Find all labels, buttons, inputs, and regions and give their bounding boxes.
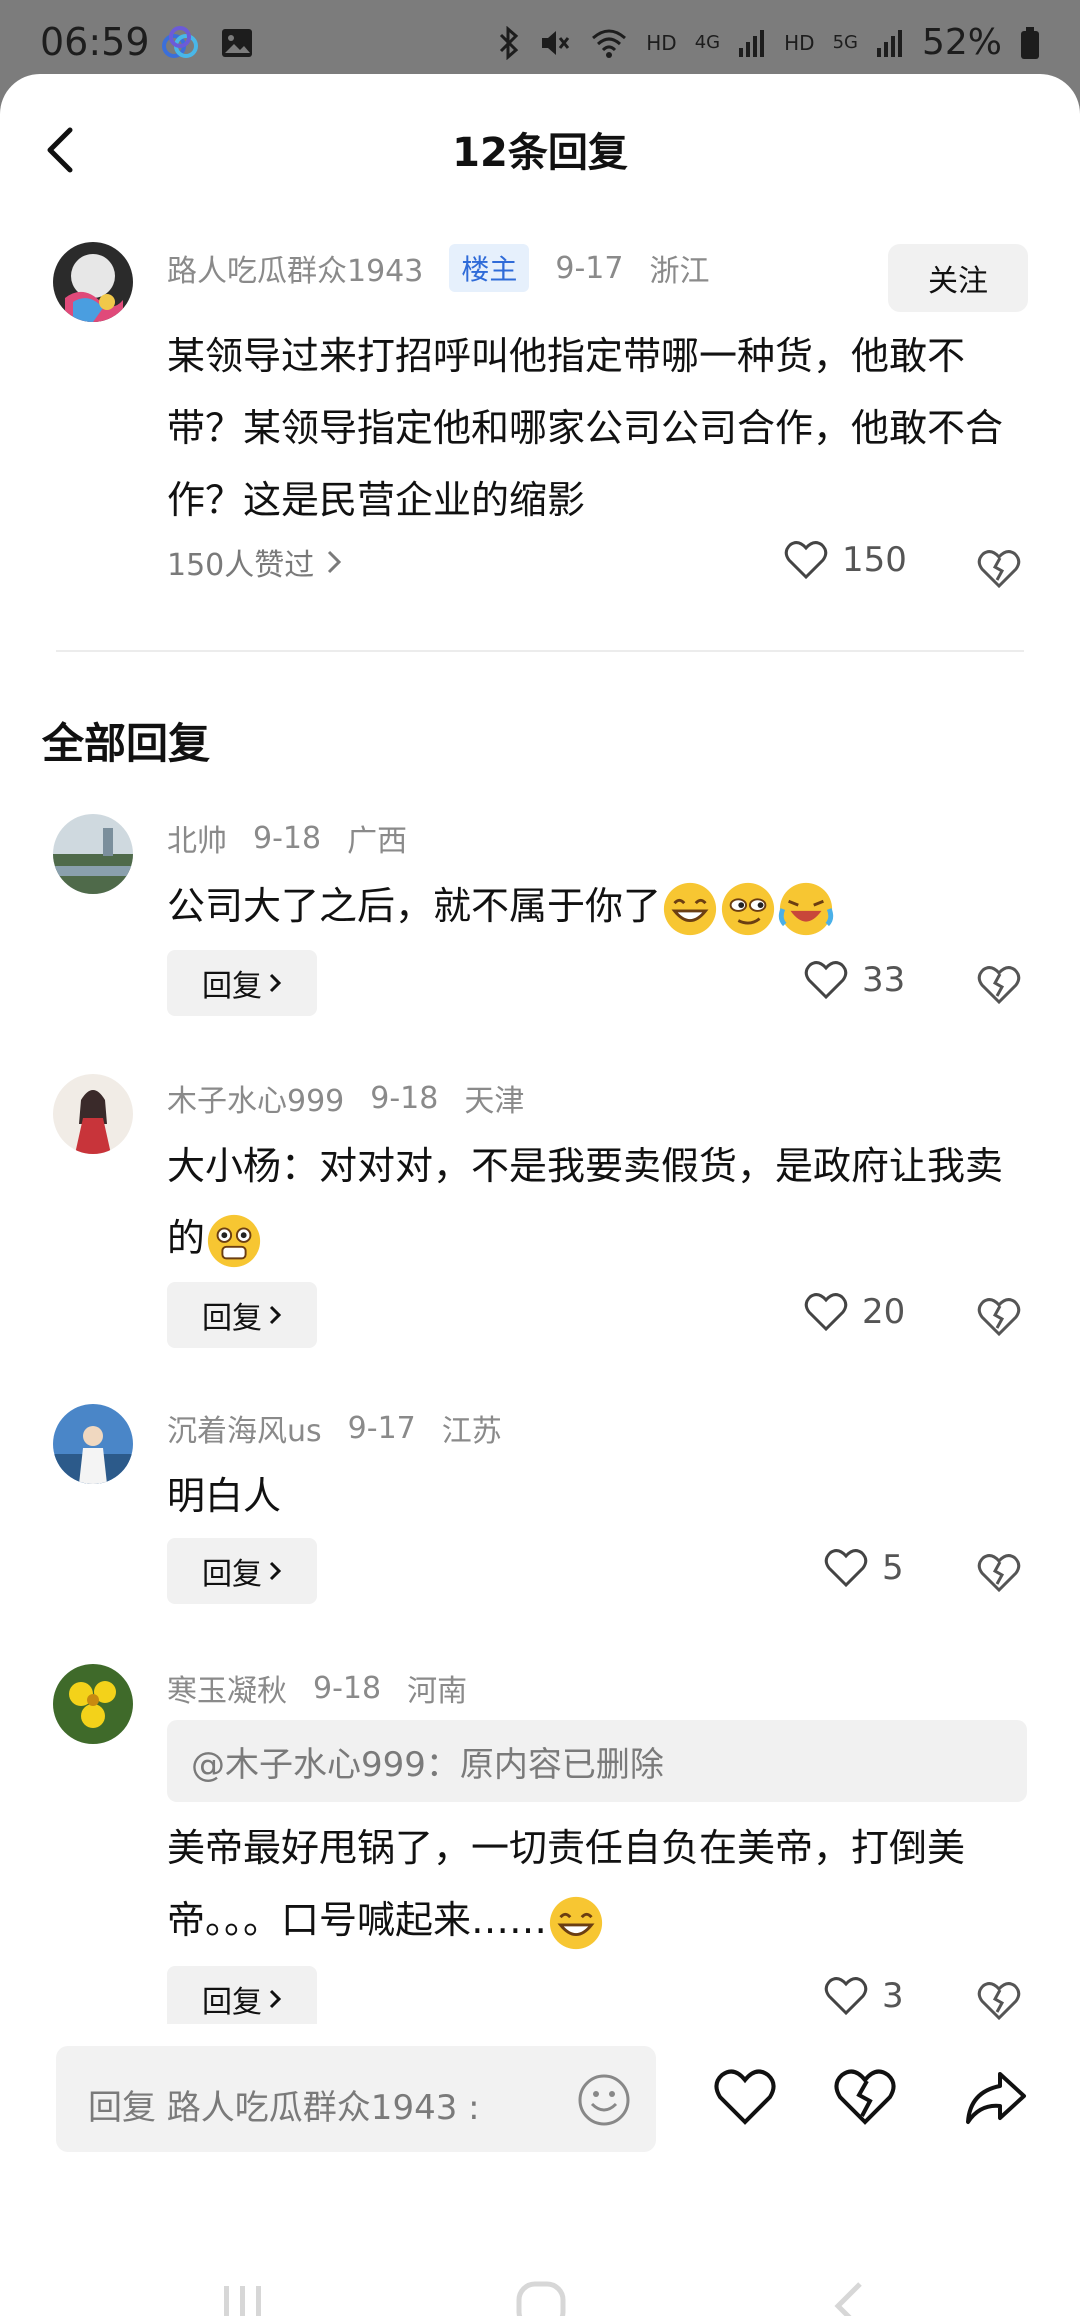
reply-date: 9-18 xyxy=(253,820,322,856)
network-label-1: 4G xyxy=(694,32,721,53)
reply-input-placeholder: 回复 路人吃瓜群众1943 : xyxy=(88,2088,480,2128)
page-title: 12条回复 xyxy=(452,130,628,176)
comment-date: 9-17 xyxy=(555,250,624,286)
follow-button[interactable]: 关注 xyxy=(888,244,1028,312)
like-heart-icon[interactable] xyxy=(712,2064,778,2130)
reply-text-content: 公司大了之后，就不属于你了 xyxy=(167,884,662,928)
comment-text: 某领导过来打招呼叫他指定带哪一种货，他敢不带？某领导指定他和哪家公司公司合作，他… xyxy=(167,334,1004,522)
reply-button-label: 回复 xyxy=(202,1301,262,1336)
username[interactable]: 北帅 xyxy=(167,816,227,860)
replies-sheet: 12条回复 路人吃瓜群众1943 楼主 9-17 浙江 关注 某领导过来打招呼叫… xyxy=(0,74,1080,2316)
home-icon[interactable] xyxy=(515,2280,567,2316)
gallery-icon xyxy=(222,29,252,57)
op-badge: 楼主 xyxy=(449,244,530,292)
grin-emoji-icon xyxy=(663,882,717,935)
reply-button[interactable]: 回复 xyxy=(167,1538,317,1604)
reply-button[interactable]: 回复 xyxy=(167,950,317,1016)
avatar[interactable] xyxy=(53,814,133,894)
mute-icon xyxy=(542,30,570,55)
signal-icon-2 xyxy=(876,29,902,57)
chevron-right-icon xyxy=(269,1305,282,1325)
cloud-app-icon xyxy=(162,26,198,58)
status-app-icons xyxy=(160,26,254,60)
chevron-right-icon xyxy=(269,973,282,993)
section-title: 全部回复 xyxy=(42,719,211,768)
laughing-emoji-icon xyxy=(778,882,834,935)
likes-summary[interactable]: 150人赞过 xyxy=(167,540,342,584)
status-bar: 06:59 HD 4G HD 5G 52% xyxy=(0,0,1080,80)
reply-button[interactable]: 回复 xyxy=(167,1966,317,2032)
back-nav-icon[interactable] xyxy=(830,2280,870,2316)
reply-input[interactable]: 回复 路人吃瓜群众1943 : xyxy=(56,2046,656,2152)
hd-label-2: HD xyxy=(784,30,815,55)
reply-button-label: 回复 xyxy=(202,969,262,1004)
hd-label-1: HD xyxy=(646,30,677,55)
username[interactable]: 路人吃瓜群众1943 xyxy=(167,246,423,290)
reply-text: 公司大了之后，就不属于你了 xyxy=(167,870,1027,942)
reply-meta: 北帅 9-18 广西 xyxy=(167,816,433,860)
chevron-right-icon xyxy=(269,1989,282,2009)
likes-summary-label: 150人赞过 xyxy=(167,548,315,583)
dislike-heart-icon[interactable] xyxy=(832,2064,898,2130)
bluetooth-icon xyxy=(500,25,519,60)
smirk-emoji-icon xyxy=(721,882,775,935)
avatar[interactable] xyxy=(53,242,133,322)
comment-meta: 路人吃瓜群众1943 楼主 9-17 浙江 xyxy=(167,244,735,292)
battery-percent: 52% xyxy=(921,22,1002,63)
wifi-icon xyxy=(592,29,627,58)
signal-icon-1 xyxy=(739,29,765,57)
battery-icon xyxy=(1021,26,1039,59)
divider xyxy=(56,650,1024,652)
system-nav-bar xyxy=(0,2224,1080,2316)
reply-button[interactable]: 回复 xyxy=(167,1282,317,1348)
header: 12条回复 xyxy=(0,74,1080,224)
emoji-picker-icon[interactable] xyxy=(576,2072,632,2128)
like-count: 150 xyxy=(842,540,907,580)
chevron-right-icon xyxy=(269,1561,282,1581)
recent-apps-icon[interactable] xyxy=(218,2280,268,2316)
bottom-reply-bar: 回复 路人吃瓜群众1943 : xyxy=(0,2024,1080,2184)
like-button[interactable]: 150 xyxy=(784,540,907,580)
reply-button-label: 回复 xyxy=(202,1985,262,2020)
status-time: 06:59 xyxy=(40,20,150,64)
dislike-icon[interactable] xyxy=(977,546,1021,590)
network-label-2: 5G xyxy=(832,32,858,53)
comment-location: 浙江 xyxy=(649,254,710,289)
reply-location: 广西 xyxy=(347,824,408,859)
reply-button-label: 回复 xyxy=(202,1557,262,1592)
status-right: HD 4G HD 5G 52% xyxy=(498,22,1040,63)
share-icon[interactable] xyxy=(962,2064,1028,2130)
heart-icon xyxy=(784,541,828,580)
chevron-right-icon xyxy=(328,550,342,574)
